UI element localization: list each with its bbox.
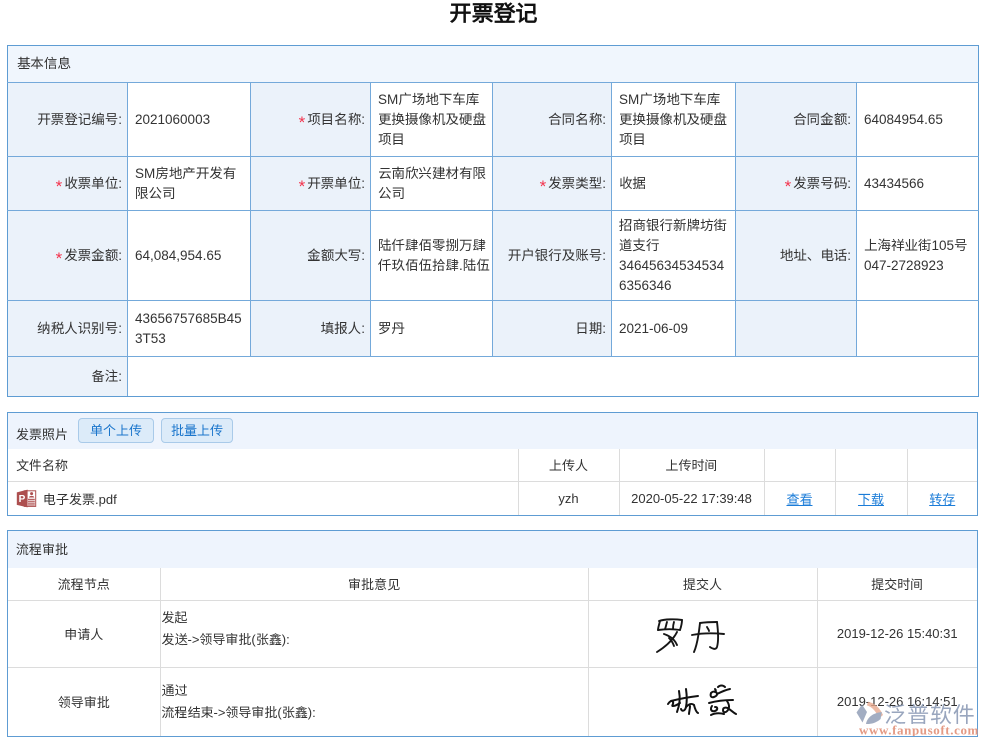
svg-text:P: P [19, 494, 26, 505]
